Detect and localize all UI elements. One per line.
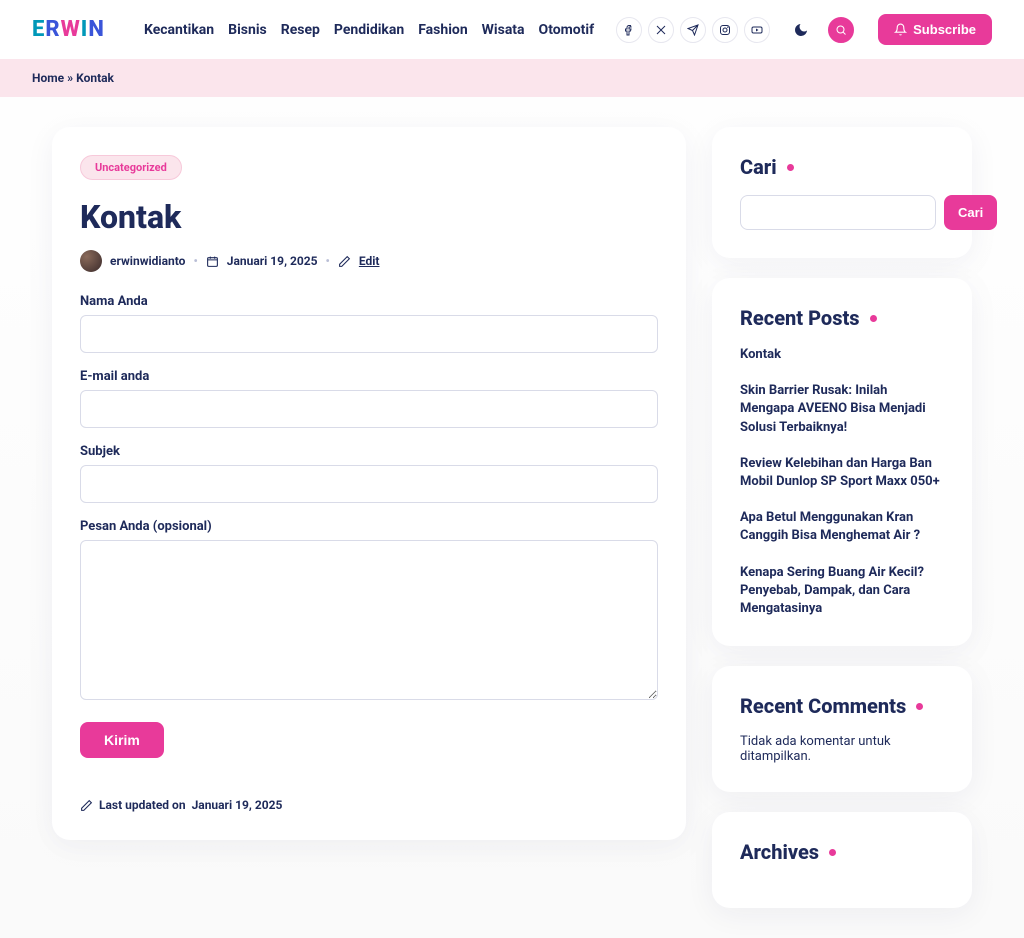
- nav-item-otomotif[interactable]: Otomotif: [539, 22, 595, 38]
- list-item: Kontak: [740, 346, 944, 364]
- recent-post-link[interactable]: Apa Betul Menggunakan Kran Canggih Bisa …: [740, 509, 944, 545]
- social-icons: [616, 17, 770, 43]
- recent-posts-title: Recent Posts: [740, 306, 944, 330]
- nav-item-kecantikan[interactable]: Kecantikan: [144, 22, 214, 38]
- facebook-icon[interactable]: [616, 17, 642, 43]
- last-updated: Last updated on Januari 19, 2025: [80, 798, 658, 812]
- breadcrumb-sep: »: [67, 71, 73, 85]
- search-icon-button[interactable]: [828, 17, 854, 43]
- recent-post-link[interactable]: Review Kelebihan dan Harga Ban Mobil Dun…: [740, 455, 944, 491]
- search-input[interactable]: [740, 195, 936, 230]
- category-tag[interactable]: Uncategorized: [80, 155, 182, 180]
- archives-title: Archives: [740, 840, 944, 864]
- nav-item-pendidikan[interactable]: Pendidikan: [334, 22, 404, 38]
- instagram-icon[interactable]: [712, 17, 738, 43]
- list-item: Skin Barrier Rusak: Inilah Mengapa AVEEN…: [740, 382, 944, 437]
- breadcrumb-home[interactable]: Home: [32, 71, 64, 85]
- subject-input[interactable]: [80, 465, 658, 503]
- last-updated-prefix: Last updated on: [99, 798, 186, 812]
- list-item: Kenapa Sering Buang Air Kecil? Penyebab,…: [740, 564, 944, 619]
- main-nav: Kecantikan Bisnis Resep Pendidikan Fashi…: [144, 14, 992, 45]
- sidebar: Cari Cari Recent Posts Kontak Skin Barri…: [712, 127, 972, 908]
- search-button[interactable]: Cari: [944, 195, 997, 230]
- subscribe-button[interactable]: Subscribe: [878, 14, 992, 45]
- search-widget-title: Cari: [740, 155, 944, 179]
- avatar: [80, 250, 102, 272]
- x-twitter-icon[interactable]: [648, 17, 674, 43]
- recent-comments-widget: Recent Comments Tidak ada komentar untuk…: [712, 666, 972, 792]
- breadcrumb: Home » Kontak: [32, 59, 992, 97]
- recent-posts-list: Kontak Skin Barrier Rusak: Inilah Mengap…: [740, 346, 944, 618]
- youtube-icon[interactable]: [744, 17, 770, 43]
- edit-icon: [338, 255, 351, 268]
- top-bar: ERWIN Kecantikan Bisnis Resep Pendidikan…: [0, 0, 1024, 59]
- post-date: Januari 19, 2025: [227, 254, 318, 268]
- archives-widget: Archives: [712, 812, 972, 908]
- author-name[interactable]: erwinwidianto: [110, 254, 185, 268]
- nav-item-bisnis[interactable]: Bisnis: [228, 22, 267, 38]
- subject-label: Subjek: [80, 444, 658, 459]
- post-meta: erwinwidianto • Januari 19, 2025 • Edit: [80, 250, 658, 272]
- recent-post-link[interactable]: Kontak: [740, 346, 944, 364]
- list-item: Review Kelebihan dan Harga Ban Mobil Dun…: [740, 455, 944, 491]
- message-label: Pesan Anda (opsional): [80, 519, 658, 534]
- telegram-icon[interactable]: [680, 17, 706, 43]
- edit-icon-small: [80, 799, 93, 812]
- name-label: Nama Anda: [80, 294, 658, 309]
- recent-post-link[interactable]: Kenapa Sering Buang Air Kecil? Penyebab,…: [740, 564, 944, 619]
- search-widget: Cari Cari: [712, 127, 972, 258]
- page-title: Kontak: [80, 198, 658, 236]
- post-card: Uncategorized Kontak erwinwidianto • Jan…: [52, 127, 686, 840]
- site-logo[interactable]: ERWIN: [32, 17, 105, 42]
- meta-sep-2: •: [326, 254, 330, 268]
- calendar-icon: [206, 255, 219, 268]
- no-comments-text: Tidak ada komentar untuk ditampilkan.: [740, 734, 944, 764]
- nav-item-wisata[interactable]: Wisata: [482, 22, 525, 38]
- recent-comments-title: Recent Comments: [740, 694, 944, 718]
- nav-item-resep[interactable]: Resep: [281, 22, 320, 38]
- subscribe-label: Subscribe: [913, 22, 976, 37]
- name-input[interactable]: [80, 315, 658, 353]
- recent-post-link[interactable]: Skin Barrier Rusak: Inilah Mengapa AVEEN…: [740, 382, 944, 437]
- edit-link[interactable]: Edit: [359, 254, 380, 268]
- nav-item-fashion[interactable]: Fashion: [418, 22, 467, 38]
- submit-button[interactable]: Kirim: [80, 722, 164, 758]
- meta-sep: •: [193, 254, 197, 268]
- email-label: E-mail anda: [80, 369, 658, 384]
- breadcrumb-bar: Home » Kontak: [0, 59, 1024, 97]
- bell-icon: [894, 23, 907, 36]
- breadcrumb-current: Kontak: [76, 71, 114, 85]
- message-textarea[interactable]: [80, 540, 658, 700]
- dark-mode-toggle[interactable]: [788, 22, 814, 38]
- last-updated-date: Januari 19, 2025: [192, 798, 283, 812]
- list-item: Apa Betul Menggunakan Kran Canggih Bisa …: [740, 509, 944, 545]
- contact-form: Nama Anda E-mail anda Subjek Pesan Anda …: [80, 294, 658, 758]
- email-input[interactable]: [80, 390, 658, 428]
- recent-posts-widget: Recent Posts Kontak Skin Barrier Rusak: …: [712, 278, 972, 646]
